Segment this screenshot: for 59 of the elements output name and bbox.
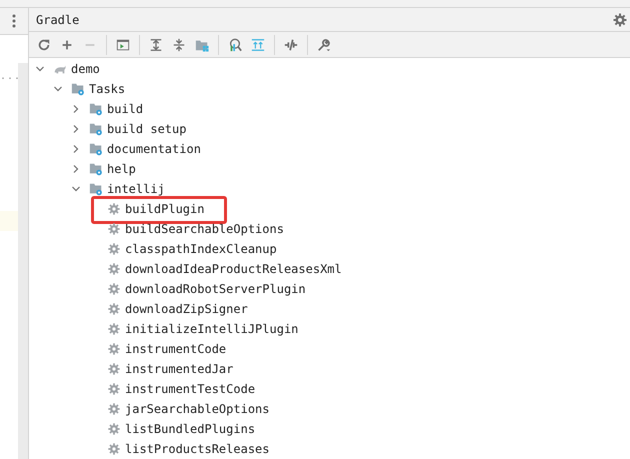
tree-item-label[interactable]: instrumentTestCode — [125, 381, 256, 397]
tree-item-label[interactable]: downloadZipSigner — [125, 301, 248, 317]
folder-gear-icon — [89, 102, 103, 116]
tree-item-label[interactable]: downloadIdeaProductReleasesXml — [125, 261, 342, 277]
chevron-right-icon[interactable] — [71, 144, 81, 154]
gear-icon — [107, 382, 121, 396]
gear-icon — [107, 322, 121, 336]
gear-icon — [107, 422, 121, 436]
chevron-right-icon[interactable] — [71, 164, 81, 174]
tree-item-label[interactable]: jarSearchableOptions — [125, 401, 270, 417]
tree-item-label[interactable]: listProductsReleases — [125, 441, 270, 457]
gear-icon — [107, 242, 121, 256]
folder-gear-icon — [89, 182, 103, 196]
tree-item-label[interactable]: classpathIndexCleanup — [125, 241, 277, 257]
add-icon[interactable] — [60, 38, 74, 52]
folder-gear-icon — [89, 162, 103, 176]
offline-toggle-icon[interactable] — [284, 38, 298, 52]
settings-icon[interactable] — [613, 12, 627, 27]
tree-item-label[interactable]: listBundledPlugins — [125, 421, 256, 437]
magnifier-chart-icon[interactable] — [228, 38, 242, 52]
tree-item-label[interactable]: documentation — [107, 141, 201, 157]
expand-all-icon[interactable] — [149, 38, 163, 52]
tree-item-label[interactable]: instrumentCode — [125, 341, 226, 357]
folder-gear-icon — [89, 142, 103, 156]
gear-icon — [107, 222, 121, 236]
chevron-right-icon[interactable] — [71, 124, 81, 134]
gear-icon — [107, 342, 121, 356]
gear-icon — [107, 282, 121, 296]
more-options-icon[interactable] — [12, 14, 16, 28]
gear-icon — [107, 362, 121, 376]
tree-item-label[interactable]: help — [107, 161, 136, 177]
tree-item-label[interactable]: intellij — [107, 181, 165, 197]
panel-title: Gradle — [36, 12, 80, 27]
tree-item-label[interactable]: buildSearchableOptions — [125, 221, 284, 237]
chevron-down-icon[interactable] — [35, 64, 45, 74]
gear-icon — [107, 402, 121, 416]
wrench-dropdown-icon[interactable] — [317, 38, 331, 52]
tree-item-label[interactable]: instrumentedJar — [125, 361, 234, 377]
tree-item-label[interactable]: downloadRobotServerPlugin — [125, 281, 306, 297]
scrollbar-track[interactable] — [18, 63, 28, 459]
collapse-all-icon[interactable] — [172, 38, 186, 52]
folder-gear-icon — [89, 122, 103, 136]
gear-icon — [107, 442, 121, 456]
chevron-down-icon[interactable] — [71, 184, 81, 194]
refresh-icon[interactable] — [37, 38, 51, 52]
tree-item-label[interactable]: Tasks — [89, 81, 126, 97]
tree-item-label[interactable]: demo — [71, 61, 100, 77]
folder-gear-icon — [71, 82, 85, 96]
tree-item-label[interactable]: build — [107, 101, 144, 117]
gear-icon — [107, 262, 121, 276]
tree-item-label[interactable]: initializeIntelliJPlugin — [125, 321, 298, 337]
chevron-down-icon[interactable] — [53, 84, 63, 94]
gear-icon — [107, 202, 121, 216]
gear-icon — [107, 302, 121, 316]
run-window-icon[interactable] — [116, 38, 130, 52]
tree-item-label[interactable]: buildPlugin — [125, 201, 204, 217]
tree-item-label[interactable]: build setup — [107, 121, 186, 137]
truncated-text: ... — [0, 71, 22, 82]
chevron-right-icon[interactable] — [71, 104, 81, 114]
